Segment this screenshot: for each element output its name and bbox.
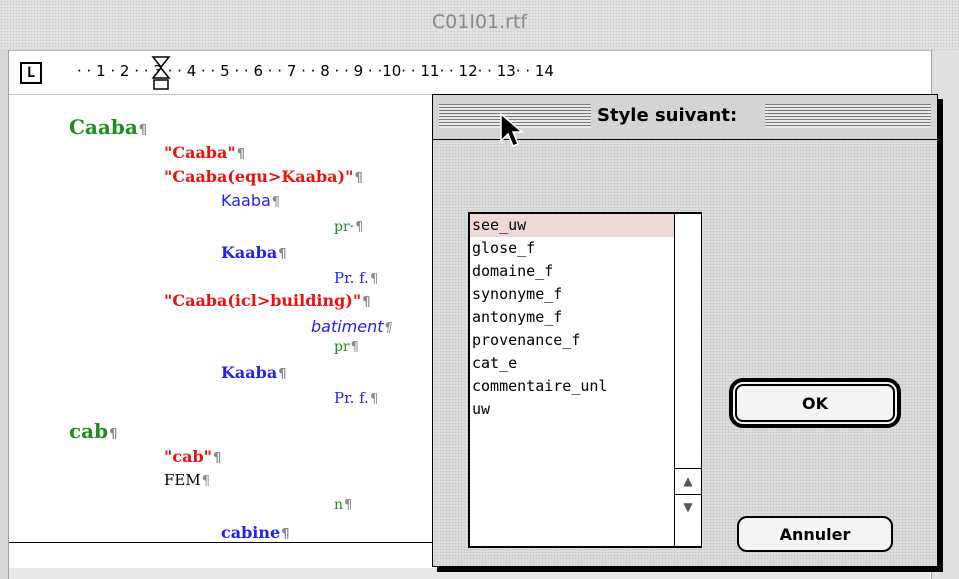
line-text: FEM [164,471,201,489]
line-text: Kaaba [221,243,278,262]
arrow-up-icon: ▲ [683,474,693,488]
pilcrow-icon: ¶ [278,247,287,262]
pilcrow-icon: ¶ [138,123,148,138]
ok-button-label: OK [802,393,828,413]
style-suivant-dialog: Style suivant: see_uw glose_f domaine_f syn… [432,94,938,567]
pilcrow-icon: ¶ [355,220,364,235]
scroll-down-button[interactable]: ▼ [675,494,701,520]
line-text: "Caaba(equ>Kaaba)" [164,167,354,186]
pilcrow-icon: ¶ [344,498,353,513]
ruler[interactable]: L · · 1 · 2 · · 3 · · 4 · · 5 · · 6 · · … [9,52,930,95]
line-text: pr· [334,219,355,235]
line-text: "Caaba(icl>building)" [164,291,362,310]
document-line[interactable]: "Caaba(icl>building)"¶ [164,291,370,310]
document-line[interactable]: cabine¶ [221,523,289,542]
style-list-items: see_uw glose_f domaine_f synonyme_f antonyme… [470,214,674,546]
scroll-up-button[interactable]: ▲ [675,468,701,494]
document-line[interactable]: pr·¶ [334,219,363,235]
ok-button[interactable]: OK [729,378,901,428]
line-text: "cab" [164,447,212,466]
line-text: n [334,497,344,513]
titlebar-stripes-right [765,104,931,128]
document-line[interactable]: Caaba¶ [69,115,147,139]
document-line[interactable]: pr¶ [334,339,359,355]
document-line[interactable]: batiment¶ [311,317,393,336]
document-line[interactable]: Pr. f.¶ [334,389,378,407]
window-title: C01I01.rtf [431,11,528,33]
arrow-down-icon: ▼ [683,500,693,514]
style-list-item[interactable]: provenance_f [470,329,674,352]
document-line[interactable]: Kaaba¶ [221,363,286,382]
style-list-item[interactable]: see_uw [470,214,674,237]
style-list-item[interactable]: cat_e [470,352,674,375]
document-line[interactable]: Pr. f.¶ [334,269,378,287]
pilcrow-icon: ¶ [369,272,379,287]
line-text: pr [334,339,350,355]
line-text: Kaaba [221,191,271,210]
style-list-item[interactable]: uw [470,398,674,421]
style-list-item[interactable]: antonyme_f [470,306,674,329]
list-scrollbar[interactable]: ▲ ▼ [674,214,701,546]
pilcrow-icon: ¶ [384,321,393,336]
style-list-item[interactable]: commentaire_unl [470,375,674,398]
tab-stop-icon: L [26,65,36,81]
line-text: "Caaba" [164,143,236,162]
pilcrow-icon: ¶ [281,527,290,542]
pilcrow-icon: ¶ [362,295,371,310]
indent-marker-icon[interactable] [151,56,171,90]
dialog-title: Style suivant: [591,104,744,128]
window-left-border [0,50,9,579]
dialog-body: see_uw glose_f domaine_f synonyme_f antonyme… [433,140,937,566]
pilcrow-icon: ¶ [201,474,210,489]
style-list[interactable]: see_uw glose_f domaine_f synonyme_f antonyme… [468,212,702,548]
cancel-button[interactable]: Annuler [737,516,893,552]
style-list-item[interactable]: domaine_f [470,260,674,283]
document-line[interactable]: "Caaba(equ>Kaaba)"¶ [164,167,363,186]
document-line[interactable]: Kaaba¶ [221,243,286,262]
style-list-item[interactable]: synonyme_f [470,283,674,306]
line-text: cab [69,419,109,443]
line-text: batiment [311,317,384,336]
mouse-pointer-icon [500,113,524,147]
pilcrow-icon: ¶ [271,195,281,210]
document-line[interactable]: cab¶ [69,419,117,443]
line-text: Caaba [69,115,138,139]
pilcrow-icon: ¶ [350,340,359,355]
pilcrow-icon: ¶ [369,392,379,407]
pilcrow-icon: ¶ [212,451,222,466]
line-text: Pr. f. [334,389,369,407]
document-line[interactable]: "Caaba"¶ [164,143,245,162]
style-list-item[interactable]: glose_f [470,237,674,260]
document-line[interactable]: Kaaba¶ [221,191,280,210]
tab-stop-button[interactable]: L [20,62,42,84]
line-text: cabine [221,523,281,542]
document-line[interactable]: n¶ [334,497,352,513]
pilcrow-icon: ¶ [109,427,118,442]
line-text: Kaaba [221,363,278,382]
pilcrow-icon: ¶ [354,171,363,186]
document-line[interactable]: "cab"¶ [164,447,221,466]
line-text: Pr. f. [334,269,369,287]
window-titlebar[interactable]: C01I01.rtf [0,0,959,51]
cancel-button-label: Annuler [779,524,851,544]
pilcrow-icon: ¶ [278,367,287,382]
document-line[interactable]: FEM¶ [164,471,210,489]
ruler-scale: · · 1 · 2 · · 3 · · 4 · · 5 · · 6 · · 7 … [77,62,554,80]
pilcrow-icon: ¶ [236,147,245,162]
